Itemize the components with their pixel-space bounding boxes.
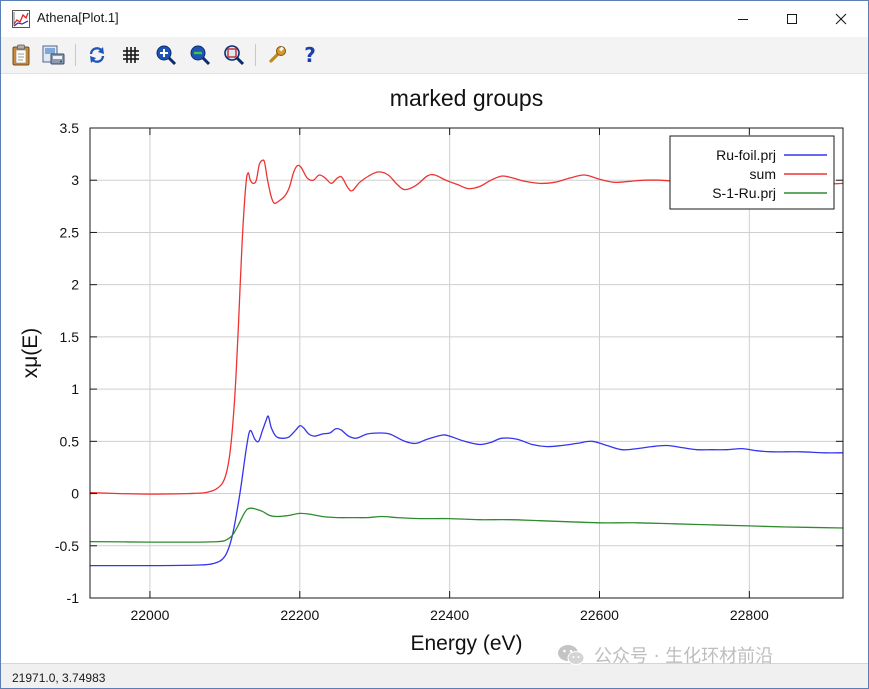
title-bar[interactable]: Athena[Plot.1] xyxy=(1,1,868,37)
y-tick-label: 2 xyxy=(71,277,79,293)
zoom-reset-button[interactable] xyxy=(222,43,246,67)
legend-label: Ru-foil.prj xyxy=(716,147,776,163)
zoom-out-icon xyxy=(190,45,211,66)
help-button[interactable]: ? xyxy=(298,43,322,67)
close-button[interactable] xyxy=(818,1,864,37)
save-image-button[interactable] xyxy=(42,43,66,67)
y-tick-label: -1 xyxy=(67,590,80,606)
clipboard-icon xyxy=(12,44,30,66)
cursor-coordinates: 21971.0, 3.74983 xyxy=(12,671,106,685)
y-tick-label: 0.5 xyxy=(60,433,80,449)
y-tick-label: 0 xyxy=(71,486,79,502)
watermark-text: 公众号 · 生化环材前沿 xyxy=(594,646,774,667)
zoom-in-icon xyxy=(156,45,177,66)
close-icon xyxy=(835,13,847,25)
plot-canvas[interactable]: marked groups 22000 22200 22400 22600 22800 -1… xyxy=(1,74,868,662)
y-tick-label: 3 xyxy=(71,172,79,188)
x-tick-label: 22000 xyxy=(130,607,169,623)
copy-button[interactable] xyxy=(9,43,33,67)
y-tick-label: 2.5 xyxy=(60,224,80,240)
athena-plot-window: Athena[Plot.1] ? marked groups 22000 222… xyxy=(0,0,869,689)
legend-label: S-1-Ru.prj xyxy=(712,185,776,201)
toolbar-separator xyxy=(255,44,256,66)
series-line-ru-foil-prj xyxy=(90,415,843,567)
series-line-sum xyxy=(90,159,843,495)
zoom-reset-icon xyxy=(224,45,245,66)
wechat-icon xyxy=(558,645,585,665)
y-tick-label: 1.5 xyxy=(60,329,80,345)
help-icon: ? xyxy=(304,43,316,67)
refresh-icon xyxy=(89,47,105,63)
maximize-icon xyxy=(787,14,797,24)
refresh-button[interactable] xyxy=(85,43,109,67)
series-line-s-1-ru-prj xyxy=(90,507,843,543)
x-tick-label: 22600 xyxy=(580,607,619,623)
toolbar-separator xyxy=(75,44,76,66)
x-tick-label: 22800 xyxy=(730,607,769,623)
zoom-in-button[interactable] xyxy=(154,43,178,67)
settings-button[interactable] xyxy=(265,43,289,67)
y-axis-label: xμ(E) xyxy=(19,328,42,379)
x-axis-label: Energy (eV) xyxy=(410,632,522,655)
watermark: 公众号 · 生化环材前沿 xyxy=(556,641,773,669)
plot-app-icon xyxy=(12,10,30,28)
chart-title: marked groups xyxy=(390,85,543,111)
minimize-icon xyxy=(738,19,748,20)
zoom-out-button[interactable] xyxy=(188,43,212,67)
x-tick-label: 22200 xyxy=(280,607,319,623)
toolbar: ? xyxy=(1,37,868,74)
y-tick-label: 3.5 xyxy=(60,120,80,136)
settings-icon xyxy=(269,46,286,63)
save-image-icon xyxy=(42,45,65,65)
window-title: Athena[Plot.1] xyxy=(37,10,119,25)
y-tick-label: 1 xyxy=(71,381,79,397)
xmu-energy-chart[interactable]: marked groups 22000 22200 22400 22600 22800 -1… xyxy=(1,74,868,662)
x-tick-label: 22400 xyxy=(430,607,469,623)
grid-toggle-button[interactable] xyxy=(119,43,143,67)
legend-label: sum xyxy=(750,166,776,182)
grid-icon xyxy=(123,47,139,63)
y-tick-label: -0.5 xyxy=(55,538,79,554)
maximize-button[interactable] xyxy=(769,1,815,37)
minimize-button[interactable] xyxy=(720,1,766,37)
